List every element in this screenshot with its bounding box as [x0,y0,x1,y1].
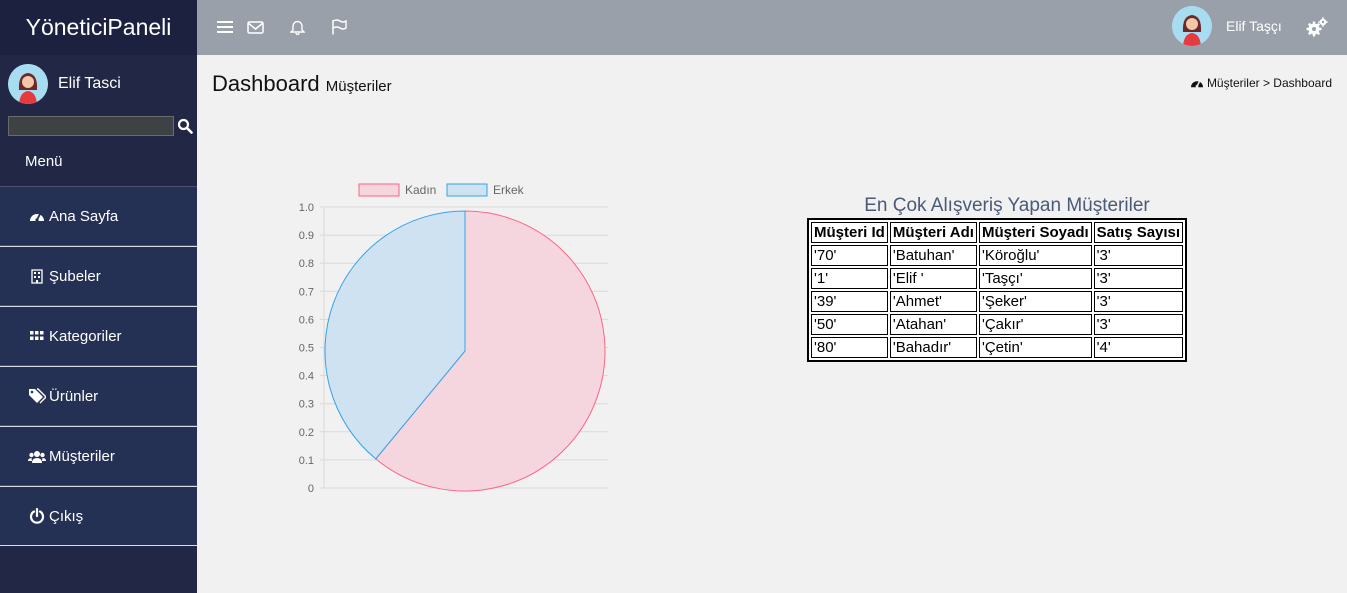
legend-swatch [358,183,400,197]
breadcrumb-text: Müşteriler > Dashboard [1206,76,1332,90]
grid-icon [28,327,46,345]
sidebar-item-ana-sayfa[interactable]: Ana Sayfa [0,186,197,246]
dashboard-icon [1190,77,1204,89]
table-cell: '4' [1093,337,1184,358]
topbar: Elif Taşçı [197,0,1347,55]
column-header: Müşteri Adı [889,222,977,243]
sidebar-menu: Ana Sayfa Şubeler Kategoriler Ürünler Mü… [0,186,197,546]
sidebar-item-cikis[interactable]: Çıkış [0,486,197,546]
table-cell: 'Bahadır' [889,337,977,358]
building-icon [28,267,46,285]
table-header-row: Müşteri Id Müşteri Adı Müşteri Soyadı Sa… [811,222,1184,243]
page-subtitle: Müşteriler [325,78,392,95]
pie-chart-svg: 1.0 0.9 0.8 0.7 0.6 0.5 0.4 0.3 0.2 0.1 0 Kadın Erke… [299,183,608,495]
table-cell: 'Çakır' [978,314,1092,335]
table-cell: '3' [1093,245,1184,266]
sidebar-item-label: Kategoriler [49,327,122,345]
table-cell: '3' [1093,291,1184,312]
sidebar-item-label: Çıkış [49,507,84,525]
table-cell: 'Taşçı' [978,268,1092,289]
table-row: '80' 'Bahadır' 'Çetin' '4' [811,337,1184,358]
search-input[interactable] [8,116,174,136]
menu-title: Menü [25,153,63,170]
y-tick-label: 0.3 [299,399,314,411]
table-cell: '3' [1093,268,1184,289]
flag-icon[interactable] [329,17,349,37]
page-title: Dashboard Müşteriler [212,71,392,97]
sidebar-item-kategoriler[interactable]: Kategoriler [0,306,197,366]
menu-icon[interactable] [215,17,235,37]
table-cell: 'Çetin' [978,337,1092,358]
search-icon[interactable] [177,118,193,134]
y-tick-label: 0.9 [299,230,314,242]
sidebar-item-musteriler[interactable]: Müşteriler [0,426,197,486]
avatar [8,64,48,104]
legend-label: Erkek [493,183,525,197]
sidebar-search [8,116,193,136]
table-row: '1' 'Elif ' 'Taşçı' '3' [811,268,1184,289]
table-cell: '39' [811,291,888,312]
table-row: '39' 'Ahmet' 'Şeker' '3' [811,291,1184,312]
table-cell: '3' [1093,314,1184,335]
y-tick-label: 1.0 [299,202,314,214]
brand-logo[interactable]: YöneticiPaneli [0,0,197,55]
table-cell: '70' [811,245,888,266]
table-cell: '1' [811,268,888,289]
customers-table: Müşteri Id Müşteri Adı Müşteri Soyadı Sa… [807,218,1188,362]
y-tick-label: 0.7 [299,286,314,298]
tags-icon [28,387,46,405]
table-row: '50' 'Atahan' 'Çakır' '3' [811,314,1184,335]
table-cell: 'Elif ' [889,268,977,289]
sidebar-item-label: Şubeler [49,267,101,285]
table-cell: 'Şeker' [978,291,1092,312]
table-cell: 'Batuhan' [889,245,977,266]
y-tick-label: 0.2 [299,427,314,439]
page-title-text: Dashboard [212,71,320,96]
table-cell: '50' [811,314,888,335]
sidebar-item-label: Ürünler [49,387,99,405]
sidebar-item-subeler[interactable]: Şubeler [0,246,197,306]
y-tick-label: 0.8 [299,258,314,270]
table-title: En Çok Alışveriş Yapan Müşteriler [864,195,1150,216]
pie-chart: 1.0 0.9 0.8 0.7 0.6 0.5 0.4 0.3 0.2 0.1 0 Kadın Erke… [292,178,612,496]
dashboard-icon [28,207,46,225]
y-tick-label: 0 [308,483,314,495]
breadcrumb[interactable]: Müşteriler > Dashboard [1190,76,1332,90]
column-header: Müşteri Id [811,222,888,243]
table-cell: 'Atahan' [889,314,977,335]
table-row: '70' 'Batuhan' 'Köroğlu' '3' [811,245,1184,266]
sidebar-item-label: Müşteriler [49,447,115,465]
mail-icon[interactable] [245,17,265,37]
y-tick-label: 0.6 [299,314,314,326]
y-tick-label: 0.5 [299,343,314,355]
avatar[interactable] [1172,6,1212,46]
gears-icon[interactable] [1305,15,1329,39]
bell-icon[interactable] [287,17,307,37]
legend-swatch [446,183,488,197]
y-tick-label: 0.1 [299,455,314,467]
column-header: Satış Sayısı [1093,222,1184,243]
table-cell: 'Ahmet' [889,291,977,312]
sidebar-user: Elif Tasci [8,64,121,104]
table-cell: '80' [811,337,888,358]
users-icon [28,447,46,465]
sidebar-user-name: Elif Tasci [58,75,121,92]
y-tick-label: 0.4 [299,371,314,383]
sidebar-item-urunler[interactable]: Ürünler [0,366,197,426]
sidebar: YöneticiPaneli Elif Tasci Menü Ana Sayfa [0,0,197,593]
topbar-user-name[interactable]: Elif Taşçı [1226,18,1282,34]
sidebar-item-label: Ana Sayfa [49,207,119,225]
table-cell: 'Köroğlu' [978,245,1092,266]
column-header: Müşteri Soyadı [978,222,1092,243]
power-icon [28,507,46,525]
legend-label: Kadın [405,183,436,197]
